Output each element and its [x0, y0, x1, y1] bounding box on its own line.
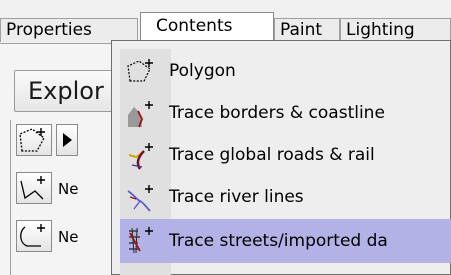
tool-label: Ne	[58, 228, 79, 246]
trace-dropdown-menu: Polygon Trace borders & coastline Trace …	[111, 40, 451, 275]
polygon-add-icon	[19, 128, 45, 152]
trace-borders-icon	[128, 101, 153, 128]
add-curve-button[interactable]	[16, 220, 52, 252]
trace-rivers-icon	[127, 185, 153, 212]
trace-streets-icon	[129, 227, 153, 254]
menu-item-label: Polygon	[169, 61, 236, 81]
tool-label: Ne	[58, 180, 79, 198]
curve-add-icon	[20, 224, 45, 247]
tab-label: Properties	[6, 20, 92, 40]
menu-item-label: Trace global roads & rail	[169, 145, 375, 165]
menu-item-label: Trace streets/imported da	[169, 231, 388, 251]
add-line-button[interactable]	[16, 172, 52, 204]
line-add-icon	[20, 176, 45, 200]
menu-item-trace-rivers[interactable]: Trace river lines	[120, 177, 451, 217]
polygon-add-icon	[127, 59, 153, 82]
menu-item-label: Trace borders & coastline	[169, 103, 385, 123]
polygon-dropdown-button[interactable]	[56, 124, 78, 156]
explore-label: Explor	[28, 77, 104, 105]
menu-item-polygon[interactable]: Polygon	[120, 51, 451, 91]
tab-strip: Properties Contents Paint Lighting	[0, 0, 451, 45]
add-polygon-button[interactable]	[16, 124, 52, 156]
trace-roads-icon	[128, 143, 153, 170]
tab-label: Contents	[156, 16, 233, 36]
menu-item-trace-streets[interactable]: Trace streets/imported da	[120, 219, 451, 263]
menu-item-label: Trace river lines	[169, 187, 304, 207]
tab-lighting[interactable]: Lighting	[340, 18, 451, 42]
panel-divider	[10, 120, 11, 275]
play-arrow-icon	[63, 133, 72, 147]
tab-label: Lighting	[346, 20, 415, 40]
tab-properties[interactable]: Properties	[0, 18, 138, 42]
menu-item-trace-roads[interactable]: Trace global roads & rail	[120, 135, 451, 175]
menu-item-trace-borders[interactable]: Trace borders & coastline	[120, 93, 451, 133]
tab-paint[interactable]: Paint	[274, 18, 340, 42]
tab-label: Paint	[280, 20, 323, 40]
